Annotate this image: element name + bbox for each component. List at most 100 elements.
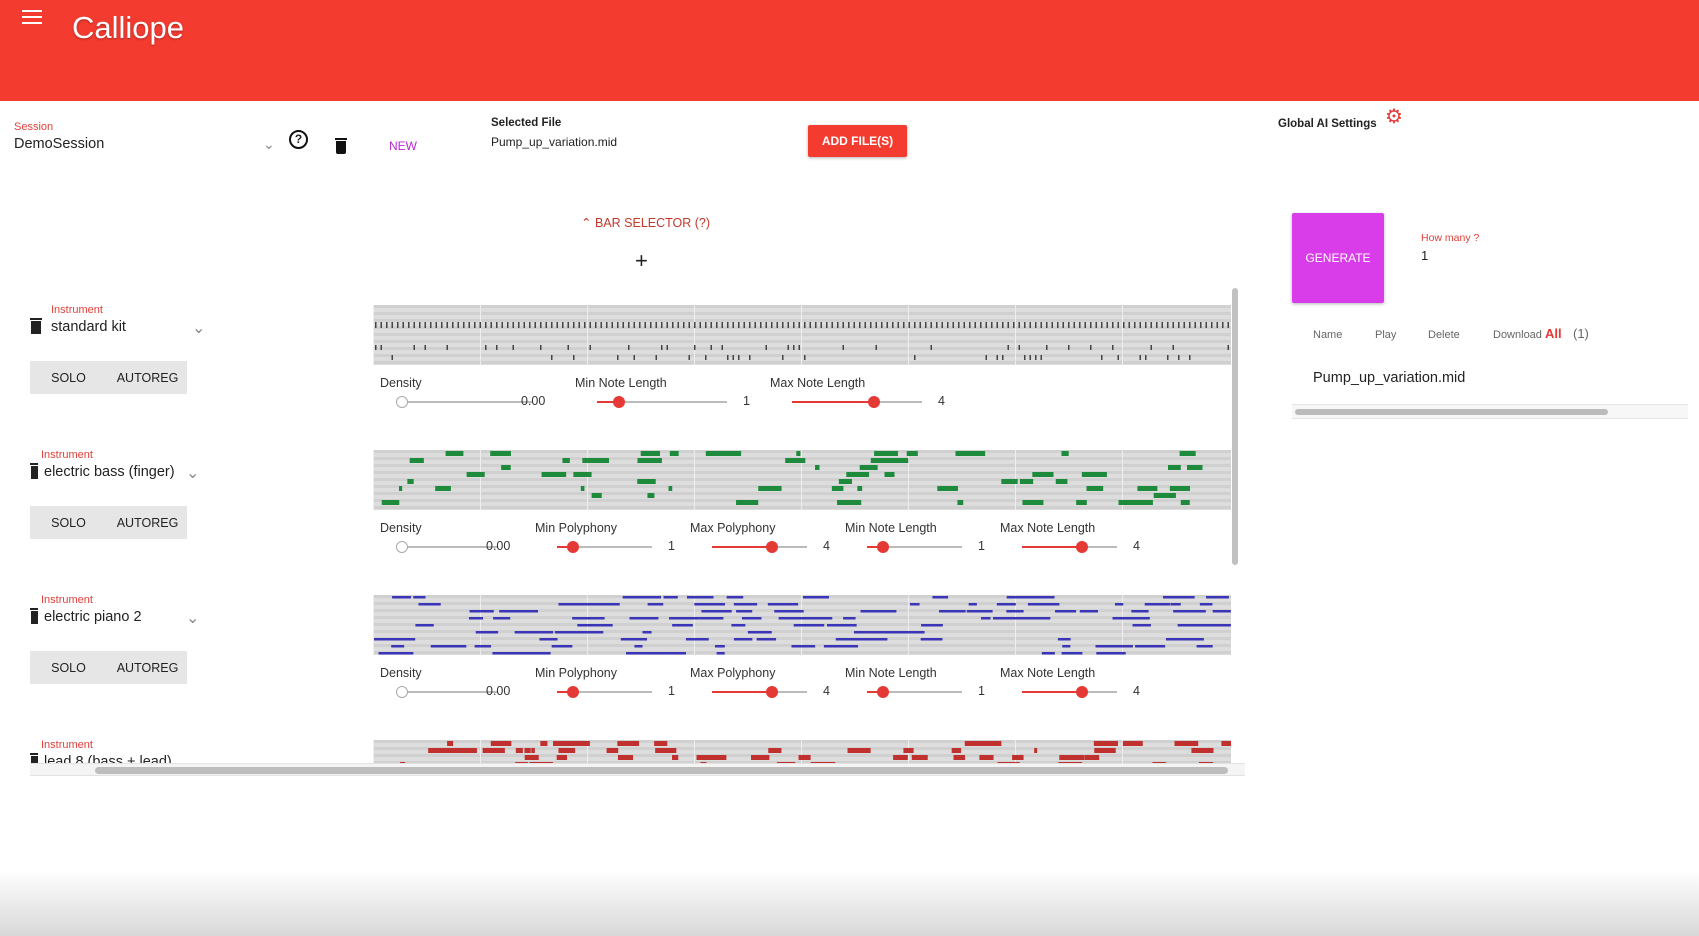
slider-thumb[interactable] <box>765 686 778 698</box>
delete-track-icon[interactable] <box>30 608 42 624</box>
track-buttons: SOLO AUTOREG <box>30 651 187 684</box>
bar-selector-toggle[interactable]: ⌃ BAR SELECTOR (?) <box>581 215 710 230</box>
slider-thumb[interactable] <box>877 541 890 553</box>
control-slider[interactable] <box>867 686 962 698</box>
instrument-label: Instrument <box>51 304 103 316</box>
control-value: 4 <box>823 684 830 698</box>
menu-icon[interactable] <box>22 10 42 24</box>
piano-roll[interactable] <box>373 595 1231 655</box>
control-label: Max Note Length <box>1000 521 1096 535</box>
control-label: Min Note Length <box>575 376 667 390</box>
control-value: 1 <box>743 394 750 408</box>
files-scrollbar[interactable] <box>1295 409 1608 415</box>
autoreg-button[interactable]: AUTOREG <box>108 506 187 539</box>
slider-thumb[interactable] <box>1075 686 1088 698</box>
control-label: Min Polyphony <box>535 666 617 680</box>
slider-thumb[interactable] <box>765 541 778 553</box>
control-label: Min Polyphony <box>535 521 617 535</box>
slider-thumb[interactable] <box>613 396 626 408</box>
slider-thumb[interactable] <box>396 541 408 553</box>
control-slider[interactable] <box>867 541 962 553</box>
solo-button[interactable]: SOLO <box>30 651 108 684</box>
control-slider[interactable] <box>1022 541 1117 553</box>
column-name: Name <box>1313 329 1343 341</box>
control-label: Max Polyphony <box>690 521 776 535</box>
column-delete: Delete <box>1428 329 1460 341</box>
control-label: Min Note Length <box>845 666 937 680</box>
add-bar-button[interactable]: + <box>635 248 648 274</box>
app-header: Calliope <box>0 0 1699 101</box>
file-row-name[interactable]: Pump_up_variation.mid <box>1313 370 1465 386</box>
control-slider[interactable] <box>396 396 532 408</box>
control-slider[interactable] <box>557 686 652 698</box>
control-value: 0.00 <box>486 684 511 698</box>
generate-button[interactable]: GENERATE <box>1292 213 1384 303</box>
solo-button[interactable]: SOLO <box>30 361 108 394</box>
control-label: Density <box>380 521 422 535</box>
bottom-shade <box>0 870 1699 936</box>
control-slider[interactable] <box>712 686 807 698</box>
autoreg-button[interactable]: AUTOREG <box>108 361 187 394</box>
global-ai-settings-label: Global AI Settings <box>1278 118 1377 130</box>
control-slider[interactable] <box>792 396 922 408</box>
instrument-select[interactable]: standard kit <box>51 319 126 335</box>
control-value: 1 <box>978 684 985 698</box>
control-slider[interactable] <box>1022 686 1117 698</box>
control-label: Max Polyphony <box>690 666 776 680</box>
control-slider[interactable] <box>712 541 807 553</box>
autoreg-button[interactable]: AUTOREG <box>108 651 187 684</box>
new-session-button[interactable]: NEW <box>389 139 417 153</box>
control-label: Density <box>380 666 422 680</box>
control-slider[interactable] <box>557 541 652 553</box>
add-files-button[interactable]: ADD FILE(S) <box>808 125 907 157</box>
file-count: (1) <box>1573 326 1589 341</box>
selected-file-value: Pump_up_variation.mid <box>491 135 618 149</box>
download-all-button[interactable]: All <box>1545 326 1562 341</box>
piano-roll[interactable] <box>373 305 1231 365</box>
trash-icon[interactable] <box>335 138 347 154</box>
piano-roll[interactable] <box>373 450 1231 510</box>
instrument-select[interactable]: electric piano 2 <box>44 609 142 625</box>
chevron-down-icon[interactable]: ⌄ <box>263 136 275 153</box>
chevron-down-icon[interactable]: ⌄ <box>192 318 205 338</box>
vertical-scrollbar[interactable] <box>1232 288 1238 565</box>
control-slider[interactable] <box>396 686 497 698</box>
chevron-up-icon: ⌃ <box>581 216 592 230</box>
control-value: 1 <box>668 684 675 698</box>
chevron-down-icon[interactable]: ⌄ <box>186 463 199 483</box>
delete-track-icon[interactable] <box>30 318 42 334</box>
session-select[interactable]: DemoSession <box>14 136 104 152</box>
solo-button[interactable]: SOLO <box>30 506 108 539</box>
slider-thumb[interactable] <box>867 396 880 408</box>
delete-track-icon[interactable] <box>30 463 42 479</box>
control-value: 0.00 <box>521 394 546 408</box>
help-icon[interactable]: ? <box>289 130 308 149</box>
chevron-down-icon[interactable]: ⌄ <box>186 608 199 628</box>
control-slider[interactable] <box>597 396 727 408</box>
piano-roll[interactable] <box>373 740 1231 765</box>
app-title: Calliope <box>72 10 185 45</box>
control-label: Max Note Length <box>770 376 866 390</box>
files-scrollbar-track <box>1292 404 1688 419</box>
selected-file-label: Selected File <box>491 117 562 129</box>
instrument-select[interactable]: electric bass (finger) <box>44 464 175 480</box>
session-label: Session <box>14 121 54 133</box>
slider-thumb[interactable] <box>567 686 580 698</box>
slider-thumb[interactable] <box>877 686 890 698</box>
how-many-label: How many ? <box>1421 232 1480 244</box>
bar-selector-label: BAR SELECTOR (?) <box>594 216 711 230</box>
instrument-label: Instrument <box>41 739 93 751</box>
slider-thumb[interactable] <box>396 396 408 408</box>
slider-thumb[interactable] <box>396 686 408 698</box>
control-value: 4 <box>1133 684 1140 698</box>
slider-thumb[interactable] <box>567 541 580 553</box>
control-slider[interactable] <box>396 541 497 553</box>
control-label: Max Note Length <box>1000 666 1096 680</box>
instrument-label: Instrument <box>41 449 93 461</box>
slider-thumb[interactable] <box>1075 541 1088 553</box>
instrument-label: Instrument <box>41 594 93 606</box>
how-many-input[interactable]: 1 <box>1421 248 1428 263</box>
control-value: 4 <box>1133 539 1140 553</box>
gear-icon[interactable]: ⚙ <box>1385 107 1403 127</box>
horizontal-scrollbar[interactable] <box>95 767 1228 774</box>
